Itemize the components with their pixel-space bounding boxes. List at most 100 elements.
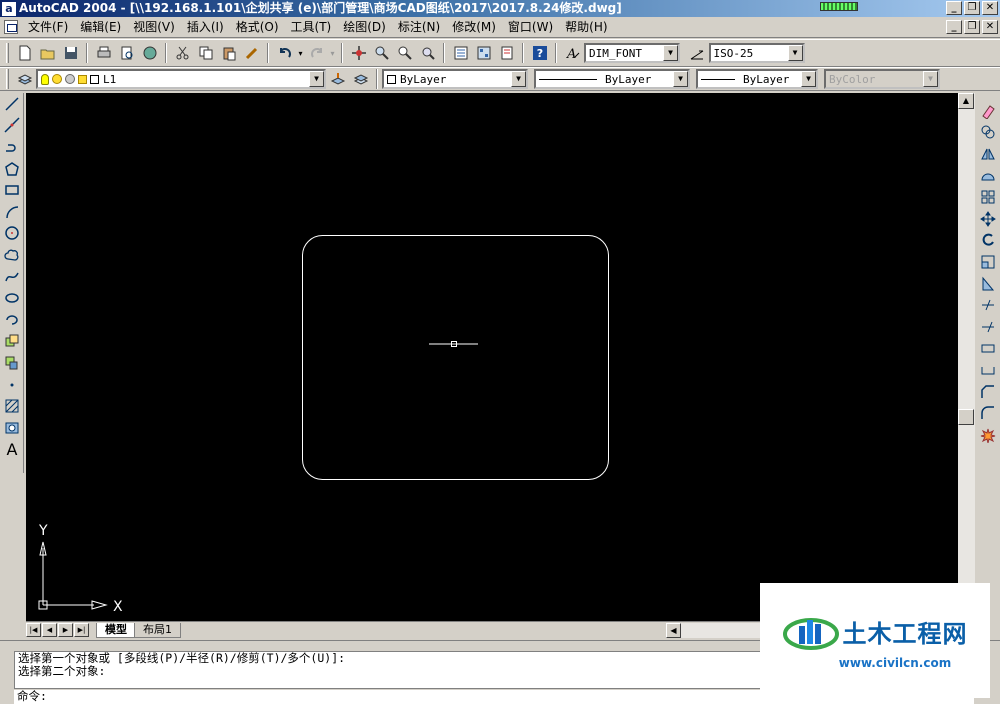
- scale-icon[interactable]: [977, 251, 999, 273]
- drawing-canvas[interactable]: Y X: [26, 93, 958, 621]
- design-center-icon[interactable]: [473, 42, 495, 64]
- chevron-down-icon[interactable]: ▼: [673, 71, 688, 87]
- zoom-window-icon[interactable]: [394, 42, 416, 64]
- menu-window[interactable]: 窗口(W): [502, 17, 559, 38]
- explode-icon[interactable]: [977, 424, 999, 446]
- make-block-icon[interactable]: [1, 352, 23, 374]
- fillet-icon[interactable]: [977, 402, 999, 424]
- filleted-rectangle[interactable]: [302, 235, 609, 480]
- copy-object-icon[interactable]: [977, 122, 999, 144]
- print-preview-icon[interactable]: [116, 42, 138, 64]
- layer-manager-icon[interactable]: [14, 68, 36, 90]
- copy-icon[interactable]: [195, 42, 217, 64]
- ellipse-icon[interactable]: [1, 287, 23, 309]
- rectangle-icon[interactable]: [1, 179, 23, 201]
- chevron-down-icon[interactable]: ▼: [787, 45, 803, 61]
- chamfer-icon[interactable]: [977, 381, 999, 403]
- match-properties-icon[interactable]: [241, 42, 263, 64]
- new-icon[interactable]: [14, 42, 36, 64]
- linetype-select[interactable]: ByLayer ▼: [534, 69, 690, 89]
- multiline-text-icon[interactable]: A: [1, 439, 23, 461]
- scroll-up-button[interactable]: ▲: [958, 93, 974, 109]
- save-icon[interactable]: [60, 42, 82, 64]
- trim-icon[interactable]: [977, 294, 999, 316]
- menu-help[interactable]: 帮助(H): [559, 17, 613, 38]
- dimension-style-icon[interactable]: [686, 42, 708, 64]
- toolbar-grip[interactable]: [6, 69, 9, 89]
- polygon-icon[interactable]: [1, 158, 23, 180]
- redo-icon[interactable]: [306, 42, 328, 64]
- dimension-style-select[interactable]: ISO-25 ▼: [708, 43, 805, 63]
- extend-icon[interactable]: [977, 316, 999, 338]
- open-icon[interactable]: [37, 42, 59, 64]
- zoom-realtime-icon[interactable]: [371, 42, 393, 64]
- minimize-button[interactable]: _: [946, 1, 962, 15]
- revision-cloud-icon[interactable]: [1, 244, 23, 266]
- line-icon[interactable]: [1, 93, 23, 115]
- publish-icon[interactable]: [139, 42, 161, 64]
- vertical-scroll-thumb[interactable]: [958, 409, 974, 425]
- lineweight-select[interactable]: ByLayer ▼: [696, 69, 818, 89]
- restore-button[interactable]: ❐: [964, 1, 980, 15]
- layer-previous-icon[interactable]: [350, 68, 372, 90]
- break-icon[interactable]: [977, 359, 999, 381]
- mirror-icon[interactable]: [977, 143, 999, 165]
- circle-icon[interactable]: [1, 223, 23, 245]
- rotate-icon[interactable]: [977, 230, 999, 252]
- doc-minimize-button[interactable]: _: [946, 20, 962, 34]
- menu-edit[interactable]: 编辑(E): [74, 17, 127, 38]
- redo-dropdown-icon[interactable]: ▾: [329, 42, 337, 64]
- tool-palettes-icon[interactable]: [496, 42, 518, 64]
- menu-tools[interactable]: 工具(T): [285, 17, 338, 38]
- cut-icon[interactable]: [172, 42, 194, 64]
- chevron-down-icon[interactable]: ▼: [511, 71, 526, 87]
- menu-file[interactable]: 文件(F): [22, 17, 74, 38]
- doc-restore-button[interactable]: ❐: [964, 20, 980, 34]
- text-style-select[interactable]: DIM_FONT ▼: [584, 43, 680, 63]
- undo-icon[interactable]: [274, 42, 296, 64]
- document-icon[interactable]: [4, 20, 18, 34]
- menu-insert[interactable]: 插入(I): [181, 17, 230, 38]
- print-icon[interactable]: [93, 42, 115, 64]
- arc-icon[interactable]: [1, 201, 23, 223]
- help-icon[interactable]: ?: [529, 42, 551, 64]
- scroll-left-button[interactable]: ◀: [666, 623, 681, 638]
- vertical-scrollbar[interactable]: ▲: [958, 93, 975, 621]
- toolbar-grip[interactable]: [6, 43, 9, 63]
- prev-tab-button[interactable]: ◀: [42, 623, 57, 637]
- region-icon[interactable]: [1, 417, 23, 439]
- close-button[interactable]: ✕: [982, 1, 998, 15]
- paste-icon[interactable]: [218, 42, 240, 64]
- insert-block-icon[interactable]: [1, 331, 23, 353]
- move-icon[interactable]: [977, 208, 999, 230]
- construction-line-icon[interactable]: [1, 115, 23, 137]
- menu-view[interactable]: 视图(V): [127, 17, 181, 38]
- zoom-previous-icon[interactable]: [417, 42, 439, 64]
- last-tab-button[interactable]: ▶|: [74, 623, 89, 637]
- stretch-icon[interactable]: [977, 273, 999, 295]
- first-tab-button[interactable]: |◀: [26, 623, 41, 637]
- properties-icon[interactable]: [450, 42, 472, 64]
- autocad-app-icon[interactable]: a: [2, 1, 16, 16]
- chevron-down-icon[interactable]: ▼: [801, 71, 816, 87]
- erase-icon[interactable]: [977, 100, 999, 122]
- break-at-point-icon[interactable]: [977, 338, 999, 360]
- undo-dropdown-icon[interactable]: ▾: [297, 42, 305, 64]
- layer-select[interactable]: L1 ▼: [36, 69, 326, 89]
- chevron-down-icon[interactable]: ▼: [663, 45, 678, 61]
- offset-icon[interactable]: [977, 165, 999, 187]
- hatch-icon[interactable]: [1, 395, 23, 417]
- chevron-down-icon[interactable]: ▼: [309, 71, 324, 87]
- make-object-layer-current-icon[interactable]: [327, 68, 349, 90]
- ellipse-arc-icon[interactable]: [1, 309, 23, 331]
- text-style-icon[interactable]: A: [562, 42, 584, 64]
- menu-dimension[interactable]: 标注(N): [392, 17, 446, 38]
- color-select[interactable]: ByLayer ▼: [382, 69, 528, 89]
- point-icon[interactable]: [1, 374, 23, 396]
- menu-modify[interactable]: 修改(M): [446, 17, 502, 38]
- array-icon[interactable]: [977, 186, 999, 208]
- tab-layout1[interactable]: 布局1: [134, 622, 181, 638]
- polyline-icon[interactable]: [1, 136, 23, 158]
- spline-icon[interactable]: [1, 266, 23, 288]
- menu-draw[interactable]: 绘图(D): [337, 17, 392, 38]
